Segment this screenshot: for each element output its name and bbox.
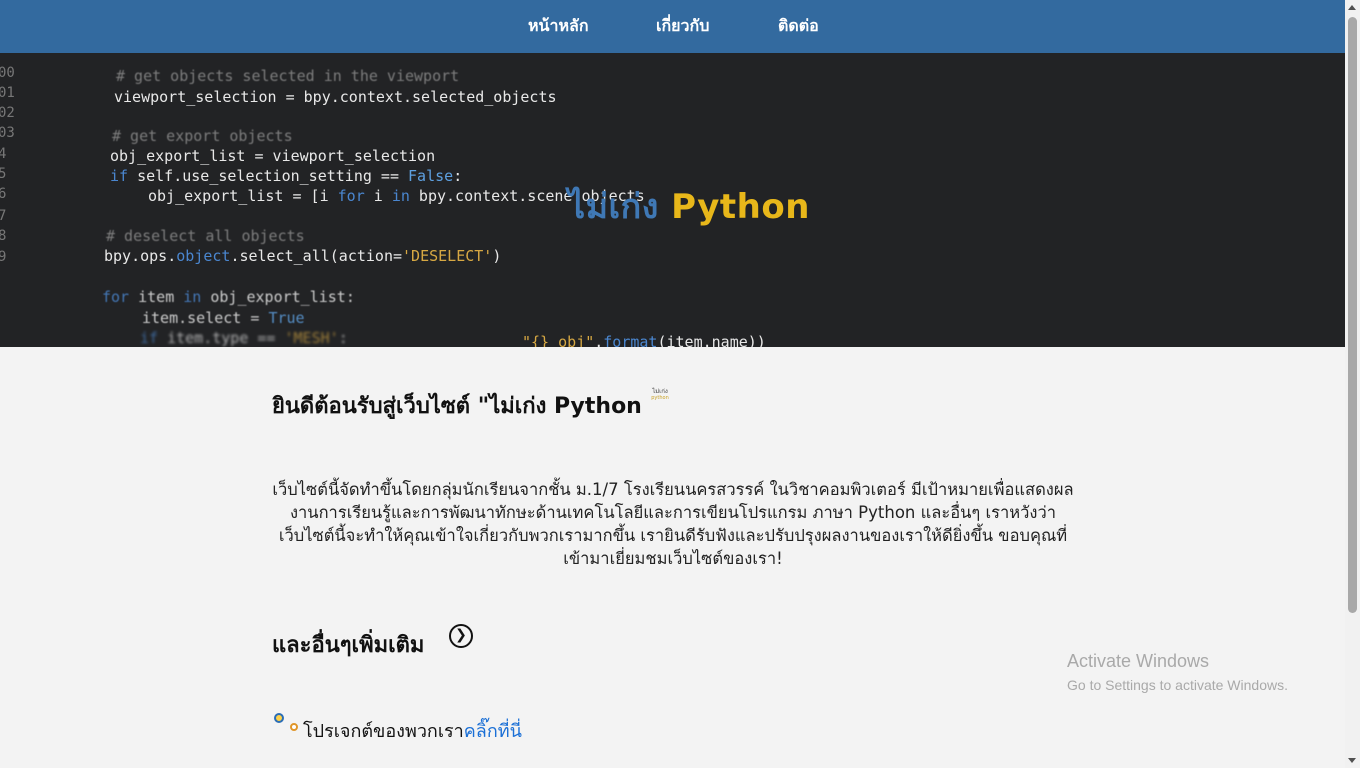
code-line: if item.type == 'MESH': <box>140 329 348 347</box>
nav-home-link[interactable]: หน้าหลัก <box>528 0 589 53</box>
line-number: 00 <box>0 65 15 81</box>
nav-contact-link[interactable]: ติดต่อ <box>778 0 819 53</box>
line-number: 01 <box>0 85 15 101</box>
line-number: 03 <box>0 125 15 141</box>
code-line: viewport_selection = bpy.context.selecte… <box>114 88 557 106</box>
line-number: 8 <box>0 228 7 244</box>
line-number: 02 <box>0 105 15 121</box>
logo-text-top: ไม่เก่ง <box>652 388 668 395</box>
top-navbar: หน้าหลัก เกี่ยวกับ ติดต่อ <box>0 0 1345 53</box>
hero-title-thai: ไม่เก่ง <box>568 187 659 227</box>
project-line: โปรเจกต์ของพวกเราคลิ๊กที่นี่ <box>303 716 522 745</box>
project-link[interactable]: คลิ๊กที่นี่ <box>464 721 522 742</box>
hero-title-python: Python <box>671 187 810 227</box>
line-number: 9 <box>0 249 7 265</box>
hero-banner: 00 01 02 03 4 5 6 7 8 9 # get objects se… <box>0 53 1345 347</box>
about-paragraph: เว็บไซต์นี้จัดทำขึ้นโดยกลุ่มนักเรียนจากช… <box>272 480 1074 568</box>
logo-text-bottom: python <box>651 395 669 401</box>
welcome-heading: ยินดีต้อนรับสู่เว็บไซต์ "ไม่เก่ง Python <box>272 394 642 419</box>
code-line: "{} obj".format(item.name)) <box>522 333 766 347</box>
code-line: item.select = True <box>142 309 305 327</box>
scroll-up-arrow-icon[interactable] <box>1348 5 1356 10</box>
line-number: 6 <box>0 186 7 202</box>
activate-windows-title: Activate Windows <box>1067 651 1210 671</box>
code-line: # deselect all objects <box>106 227 305 245</box>
code-line: for item in obj_export_list: <box>102 288 355 306</box>
code-line: if self.use_selection_setting == False: <box>110 167 463 185</box>
nav-about-link[interactable]: เกี่ยวกับ <box>656 0 709 53</box>
code-line: obj_export_list = viewport_selection <box>110 147 436 165</box>
project-icon-dot <box>290 723 298 731</box>
vertical-scrollbar[interactable] <box>1345 0 1360 768</box>
line-number: 7 <box>0 208 7 224</box>
more-heading: และอื่นๆเพิ่มเติม <box>272 633 425 658</box>
chevron-circle-right-icon[interactable]: ❯ <box>449 624 473 648</box>
site-logo-image: ไม่เก่ง python <box>647 388 673 408</box>
scroll-down-arrow-icon[interactable] <box>1348 758 1356 763</box>
code-line: # get export objects <box>112 127 293 145</box>
project-icon <box>273 711 301 737</box>
line-number: 4 <box>0 146 7 162</box>
scrollbar-thumb[interactable] <box>1348 17 1357 613</box>
project-label: โปรเจกต์ของพวกเรา <box>303 721 464 742</box>
project-icon-circle <box>274 713 284 723</box>
line-number: 5 <box>0 166 7 182</box>
code-line: bpy.ops.object.select_all(action='DESELE… <box>104 247 502 265</box>
activate-windows-subtitle: Go to Settings to activate Windows. <box>1067 677 1288 693</box>
code-line: # get objects selected in the viewport <box>116 67 460 85</box>
hero-title: ไม่เก่ง Python <box>568 179 810 233</box>
